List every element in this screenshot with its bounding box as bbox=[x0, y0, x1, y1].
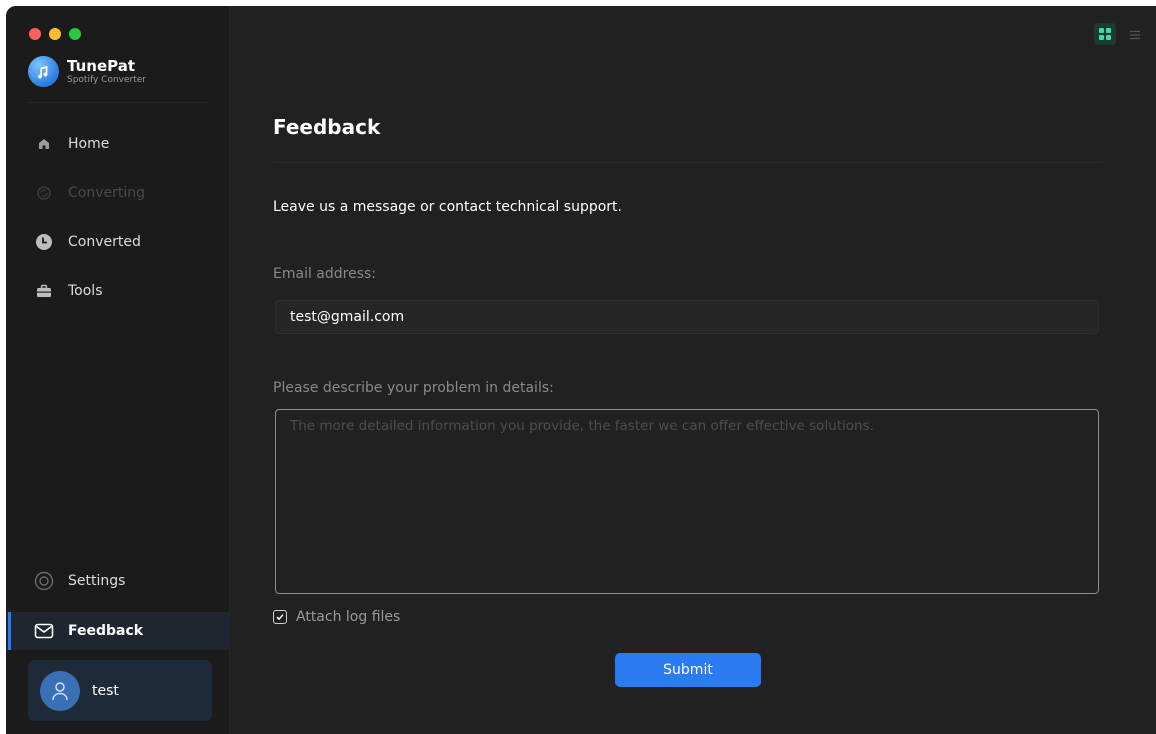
sidebar-item-label: Feedback bbox=[68, 623, 144, 639]
sidebar-item-home[interactable]: Home bbox=[6, 125, 230, 163]
sidebar-item-converted[interactable]: Converted bbox=[6, 223, 230, 261]
theme-toggle-icon[interactable] bbox=[1094, 23, 1116, 45]
sidebar-item-converting[interactable]: Converting bbox=[6, 174, 230, 212]
sidebar: TunePat Spotify Converter Home Convertin… bbox=[6, 6, 230, 734]
sidebar-item-label: Tools bbox=[68, 283, 103, 299]
gear-icon bbox=[34, 571, 54, 591]
converting-icon bbox=[34, 183, 54, 203]
menu-icon[interactable] bbox=[1128, 27, 1142, 41]
brand-divider bbox=[28, 102, 208, 103]
problem-textarea[interactable] bbox=[275, 409, 1099, 594]
title-divider bbox=[273, 162, 1103, 163]
zoom-window-button[interactable] bbox=[69, 28, 81, 40]
top-toolbar bbox=[1094, 23, 1142, 45]
sidebar-item-feedback[interactable]: Feedback bbox=[6, 612, 230, 650]
page-title: Feedback bbox=[273, 115, 381, 139]
sidebar-item-label: Home bbox=[68, 136, 110, 152]
app-subtitle: Spotify Converter bbox=[67, 74, 146, 85]
app-logo-icon bbox=[28, 56, 59, 87]
attach-log-checkbox[interactable] bbox=[273, 610, 287, 624]
sidebar-item-tools[interactable]: Tools bbox=[6, 272, 230, 310]
app-window: TunePat Spotify Converter Home Convertin… bbox=[6, 6, 1156, 734]
user-name: test bbox=[92, 682, 119, 699]
user-card[interactable]: test bbox=[28, 660, 212, 721]
brand: TunePat Spotify Converter bbox=[28, 56, 146, 87]
submit-button[interactable]: Submit bbox=[615, 653, 761, 687]
home-icon bbox=[34, 134, 54, 154]
problem-label: Please describe your problem in details: bbox=[273, 380, 554, 396]
clock-icon bbox=[34, 232, 54, 252]
app-name: TunePat bbox=[67, 56, 135, 75]
attach-log-label: Attach log files bbox=[296, 609, 401, 625]
minimize-window-button[interactable] bbox=[49, 28, 61, 40]
window-controls bbox=[29, 28, 81, 40]
sidebar-item-settings[interactable]: Settings bbox=[6, 562, 230, 600]
sidebar-item-label: Converting bbox=[68, 185, 146, 201]
email-label: Email address: bbox=[273, 266, 377, 282]
intro-text: Leave us a message or contact technical … bbox=[273, 199, 622, 215]
user-icon bbox=[40, 670, 80, 711]
email-field[interactable] bbox=[275, 300, 1099, 334]
sidebar-item-label: Settings bbox=[68, 573, 126, 589]
close-window-button[interactable] bbox=[29, 28, 41, 40]
toolbox-icon bbox=[34, 281, 54, 301]
attach-log-row[interactable]: Attach log files bbox=[273, 609, 400, 625]
mail-icon bbox=[34, 621, 54, 641]
sidebar-item-label: Converted bbox=[68, 234, 141, 250]
